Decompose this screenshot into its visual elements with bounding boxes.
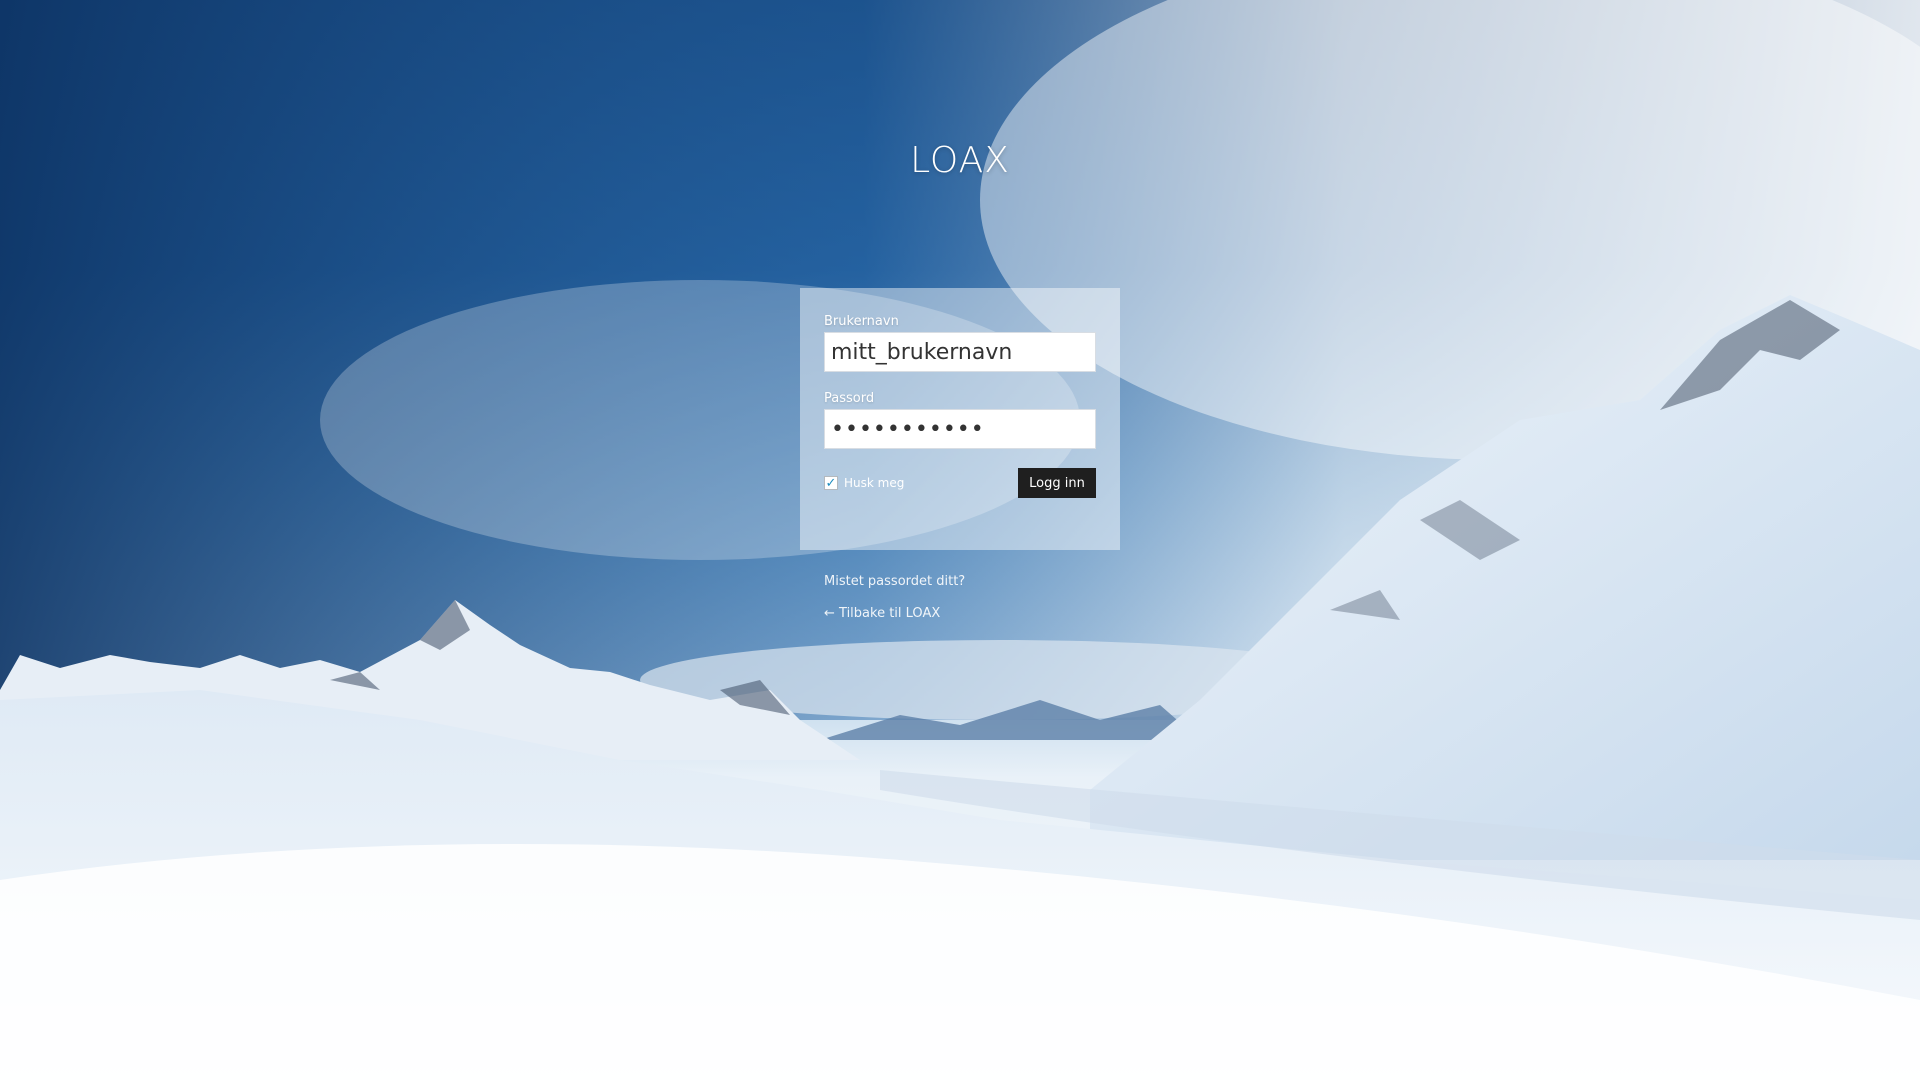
password-label: Passord bbox=[824, 391, 875, 406]
login-links: Mistet passordet ditt? ← Tilbake til LOA… bbox=[824, 574, 965, 638]
checkmark-icon: ✓ bbox=[825, 475, 837, 491]
password-input[interactable] bbox=[824, 409, 1096, 449]
login-button[interactable]: Logg inn bbox=[1018, 468, 1096, 498]
remember-me[interactable]: ✓ Husk meg bbox=[824, 476, 904, 490]
username-input[interactable] bbox=[824, 332, 1096, 372]
back-to-site-link[interactable]: ← Tilbake til LOAX bbox=[824, 606, 965, 621]
username-label: Brukernavn bbox=[824, 314, 899, 329]
remember-label: Husk meg bbox=[844, 476, 905, 490]
form-actions-row: ✓ Husk meg Logg inn bbox=[824, 468, 1096, 498]
lost-password-link[interactable]: Mistet passordet ditt? bbox=[824, 574, 965, 589]
remember-checkbox[interactable]: ✓ bbox=[824, 476, 838, 490]
login-form: Brukernavn Passord ✓ Husk meg Logg inn bbox=[800, 288, 1120, 550]
site-title: LOAX bbox=[910, 140, 1010, 181]
